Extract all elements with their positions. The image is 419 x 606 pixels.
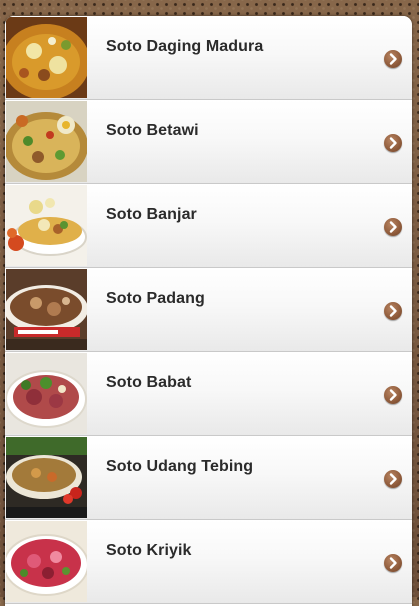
list-item-soto-udang-tebing[interactable]: Soto Udang Tebing [5, 436, 412, 520]
list-item-soto-banjar[interactable]: Soto Banjar [5, 184, 412, 268]
item-label: Soto Udang Tebing [106, 458, 254, 475]
chevron-right-circle-icon[interactable] [384, 218, 402, 236]
item-label: Soto Padang [106, 290, 205, 307]
item-label: Soto Betawi [106, 122, 199, 139]
chevron-right-circle-icon[interactable] [384, 134, 402, 152]
food-thumbnail [6, 269, 87, 350]
food-thumbnail [6, 17, 87, 98]
list-item-soto-padang[interactable]: Soto Padang [5, 268, 412, 352]
chevron-right-circle-icon[interactable] [384, 50, 402, 68]
food-thumbnail [6, 437, 87, 518]
item-label: Soto Banjar [106, 206, 197, 223]
item-label: Soto Daging Madura [106, 38, 264, 55]
food-thumbnail [6, 353, 87, 434]
list-item-soto-kriyik[interactable]: Soto Kriyik [5, 520, 412, 604]
list-item-soto-babat[interactable]: Soto Babat [5, 352, 412, 436]
chevron-right-circle-icon[interactable] [384, 554, 402, 572]
food-thumbnail [6, 521, 87, 602]
food-thumbnail [6, 101, 87, 182]
chevron-right-circle-icon[interactable] [384, 470, 402, 488]
item-label: Soto Kriyik [106, 542, 192, 559]
chevron-right-circle-icon[interactable] [384, 302, 402, 320]
soto-list: Soto Daging Madura Soto Betawi Soto Banj… [5, 16, 412, 606]
item-label: Soto Babat [106, 374, 192, 391]
list-item-soto-daging-madura[interactable]: Soto Daging Madura [5, 16, 412, 100]
chevron-right-circle-icon[interactable] [384, 386, 402, 404]
list-item-soto-betawi[interactable]: Soto Betawi [5, 100, 412, 184]
food-thumbnail [6, 185, 87, 266]
